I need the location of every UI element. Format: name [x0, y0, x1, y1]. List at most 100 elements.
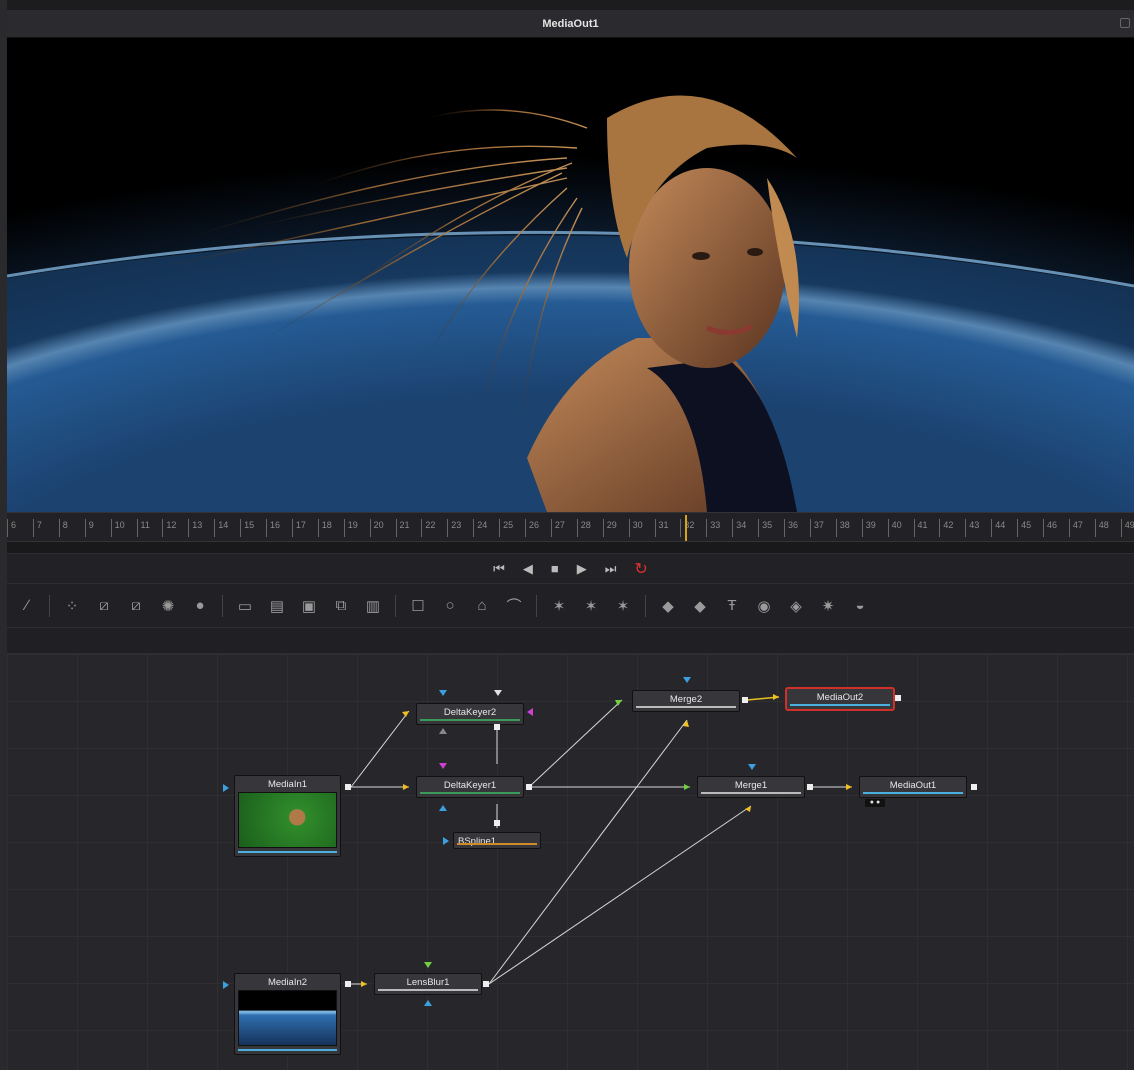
node-input-port[interactable]: [748, 764, 756, 770]
node-input-port[interactable]: [424, 1000, 432, 1006]
particle-style-icon[interactable]: ✶: [607, 590, 639, 622]
ruler-tick: 14: [214, 519, 228, 537]
ruler-tick: 38: [835, 519, 850, 537]
go-to-start-icon[interactable]: ⏮: [493, 561, 505, 577]
ruler-tick: 13: [188, 519, 202, 537]
transform-icon[interactable]: ⧉: [325, 590, 357, 622]
ruler-tick: 29: [602, 519, 617, 537]
color-corrector-icon[interactable]: ✺: [152, 590, 184, 622]
text-icon[interactable]: ⧄: [120, 590, 152, 622]
node-editor[interactable]: DeltaKeyer2 DeltaKeyer1 BSpline1 Merge2 Merg…: [7, 654, 1134, 1070]
light-icon[interactable]: ✷: [812, 590, 844, 622]
viewer[interactable]: [7, 38, 1134, 512]
node-mediain1[interactable]: MediaIn1: [234, 775, 341, 857]
node-output-port[interactable]: [895, 695, 901, 701]
node-input-port[interactable]: [439, 690, 447, 696]
node-output-port[interactable]: [807, 784, 813, 790]
node-output-port[interactable]: [494, 724, 500, 730]
node-input-port[interactable]: [223, 981, 229, 989]
node-label: MediaOut2: [816, 692, 864, 703]
ruler-tick: 15: [240, 519, 254, 537]
stop-icon[interactable]: ■: [551, 561, 559, 576]
node-status-bar: [238, 1049, 337, 1051]
wire-deltakeyer1-merge2: [528, 699, 623, 788]
go-to-end-icon[interactable]: ⏭: [605, 561, 617, 577]
node-mediaout1[interactable]: MediaOut1: [859, 776, 967, 798]
merge-icon[interactable]: ▭: [229, 590, 261, 622]
ruler-tick: 7: [32, 519, 42, 537]
loop-icon[interactable]: ↻: [634, 559, 647, 579]
ruler-tick: 42: [939, 519, 953, 537]
node-input-port[interactable]: [527, 708, 533, 716]
ruler-tick: 35: [758, 519, 772, 537]
transport-controls: ⏮ ◀ ■ ▶ ⏭ ↻: [7, 554, 1134, 584]
particle-render-icon[interactable]: ✶: [575, 590, 607, 622]
node-input-port[interactable]: [223, 784, 229, 792]
node-output-port[interactable]: [526, 784, 532, 790]
node-input-port[interactable]: [439, 763, 447, 769]
ruler-tick: 17: [291, 519, 306, 537]
node-output-port[interactable]: [345, 784, 351, 790]
fast-noise-icon[interactable]: ⧄: [88, 590, 120, 622]
node-mediain2[interactable]: MediaIn2: [234, 973, 341, 1055]
blur-icon[interactable]: ●: [184, 590, 216, 622]
polygon-mask-icon[interactable]: ⌂: [466, 590, 498, 622]
bspline-mask-icon[interactable]: ⌒: [498, 590, 530, 622]
node-merge1[interactable]: Merge1: [697, 776, 805, 798]
node-bspline1[interactable]: BSpline1: [453, 832, 541, 849]
paint-icon[interactable]: ∕: [11, 590, 43, 622]
node-status-bar: [378, 989, 478, 991]
ruler-tick: 9: [84, 519, 94, 537]
image-plane-icon[interactable]: ◒: [844, 590, 876, 622]
rectangle-mask-icon[interactable]: ☐: [402, 590, 434, 622]
node-editor-header: [7, 628, 1134, 654]
node-input-port[interactable]: [424, 962, 432, 968]
viewer-title: MediaOut1: [542, 17, 599, 30]
ruler-tick: 45: [1017, 519, 1031, 537]
time-ruler[interactable]: 6 7 8 9 10 11 12 13 14 15 16 17 18 19 20 21 22 23 24 25 26 27…: [7, 512, 1134, 542]
shape3d-icon[interactable]: ◆: [652, 590, 684, 622]
fusion-page: MediaOut1 6 7 8 9 10 11 12 13 14 15 16 1…: [0, 0, 1134, 1070]
background-icon[interactable]: ⁘: [56, 590, 88, 622]
ruler-tick: 37: [809, 519, 824, 537]
ruler-tick: 28: [576, 519, 591, 537]
node-output-port[interactable]: [483, 981, 489, 987]
node-input-port[interactable]: [439, 805, 447, 811]
node-label: Merge2: [669, 694, 703, 705]
node-output-port[interactable]: [345, 981, 351, 987]
channel-booleans-icon[interactable]: ▤: [261, 590, 293, 622]
node-mediaout2[interactable]: MediaOut2: [786, 688, 894, 710]
ruler-tick: 48: [1094, 519, 1109, 537]
node-input-port[interactable]: [439, 728, 447, 734]
node-lensblur1[interactable]: LensBlur1: [374, 973, 482, 995]
playhead[interactable]: [685, 515, 687, 541]
node-input-port[interactable]: [443, 837, 449, 845]
viewer-indicator-icon[interactable]: ● ●: [865, 799, 885, 807]
renderer3d-icon[interactable]: ◈: [780, 590, 812, 622]
matte-control-icon[interactable]: ▣: [293, 590, 325, 622]
node-input-port[interactable]: [494, 690, 502, 696]
node-merge2[interactable]: Merge2: [632, 690, 740, 712]
ruler-tick: 27: [550, 519, 565, 537]
node-output-port[interactable]: [971, 784, 977, 790]
node-input-port[interactable]: [683, 677, 691, 683]
play-icon[interactable]: ▶: [577, 561, 587, 577]
step-back-icon[interactable]: ◀: [523, 561, 533, 577]
ruler-tick: 47: [1068, 519, 1083, 537]
resize-icon[interactable]: ▥: [357, 590, 389, 622]
node-label: MediaIn2: [267, 977, 308, 988]
particle-emitter-icon[interactable]: ✶: [543, 590, 575, 622]
viewer-options-icon[interactable]: [1120, 18, 1130, 28]
ruler-tick: 8: [58, 519, 68, 537]
merge3d-icon[interactable]: ◆: [684, 590, 716, 622]
node-deltakeyer1[interactable]: DeltaKeyer1: [416, 776, 524, 798]
node-connections: [350, 694, 852, 987]
text3d-icon[interactable]: Ŧ: [716, 590, 748, 622]
toolbar-separator: [536, 594, 537, 617]
camera3d-icon[interactable]: ◉: [748, 590, 780, 622]
node-deltakeyer2[interactable]: DeltaKeyer2: [416, 703, 524, 725]
ellipse-mask-icon[interactable]: ○: [434, 590, 466, 622]
node-output-port[interactable]: [742, 697, 748, 703]
node-output-port[interactable]: [494, 820, 500, 826]
node-status-bar: [863, 792, 963, 794]
